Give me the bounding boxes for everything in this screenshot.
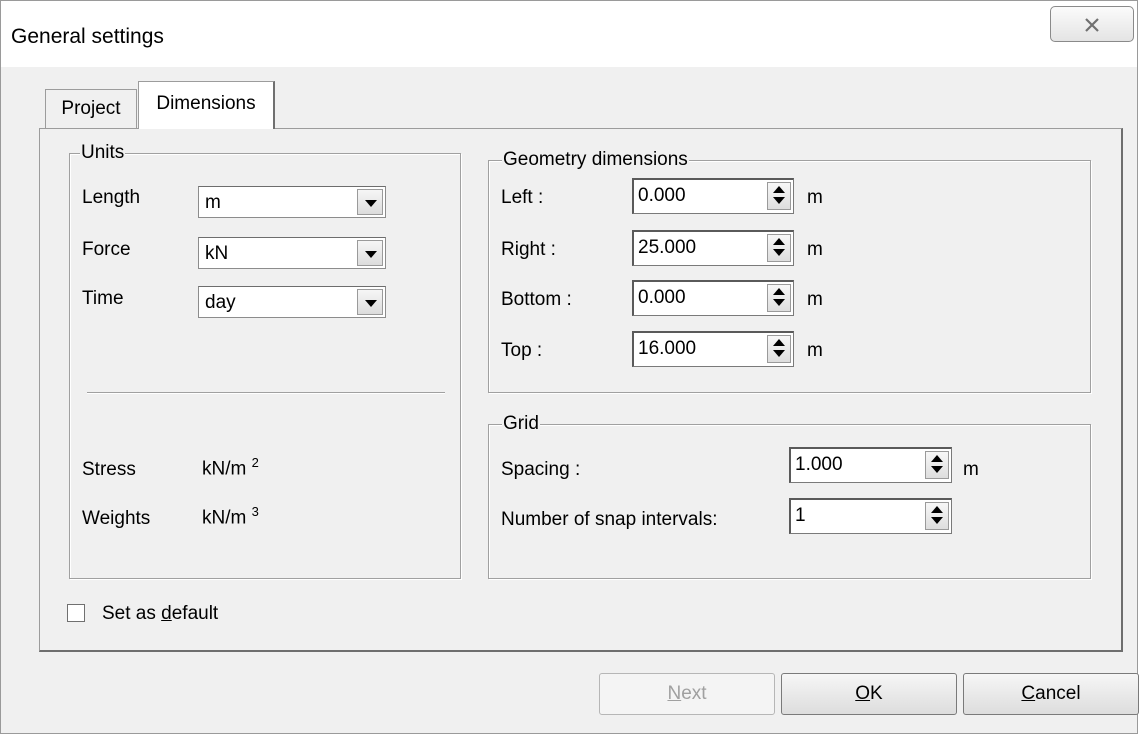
spinner-icon[interactable] (767, 234, 791, 262)
weights-unit-text: kN/m (202, 507, 247, 529)
set-as-default-label[interactable]: Set as default (102, 603, 218, 625)
spinner-icon[interactable] (925, 451, 949, 479)
spinner-icon[interactable] (767, 182, 791, 210)
right-unit: m (807, 239, 823, 260)
default-label-post: efault (171, 603, 219, 624)
cancel-label: ancel (1035, 683, 1081, 704)
tab-project[interactable]: Project (45, 89, 137, 129)
spacing-unit: m (963, 459, 979, 480)
units-separator (87, 392, 445, 394)
top-input[interactable]: 16.000 (632, 331, 794, 367)
spacing-input[interactable]: 1.000 (789, 447, 952, 483)
stress-label: Stress (82, 459, 136, 480)
weights-unit: kN/m 3 (202, 504, 259, 529)
snap-intervals-value: 1 (795, 505, 806, 526)
chevron-down-icon[interactable] (357, 289, 383, 315)
next-label: ext (681, 683, 707, 704)
spacing-value: 1.000 (795, 454, 843, 475)
right-label: Right : (501, 239, 556, 260)
set-as-default-checkbox[interactable] (67, 604, 85, 622)
units-legend: Units (80, 142, 126, 164)
left-unit: m (807, 187, 823, 208)
force-value: kN (205, 243, 229, 264)
spacing-label: Spacing : (501, 459, 581, 480)
bottom-unit: m (807, 289, 823, 310)
general-settings-dialog: General settings Project Dimensions Unit… (0, 0, 1139, 734)
spinner-icon[interactable] (767, 335, 791, 363)
cancel-button[interactable]: Cancel (963, 673, 1139, 715)
ok-label: K (870, 683, 883, 704)
length-value: m (205, 192, 221, 213)
close-button[interactable] (1050, 6, 1134, 42)
left-label: Left : (501, 187, 544, 208)
cancel-mnemonic: C (1021, 683, 1036, 704)
tab-project-label: Project (61, 98, 121, 119)
chevron-down-icon[interactable] (357, 240, 383, 266)
stress-unit: kN/m 2 (202, 455, 259, 480)
time-value: day (205, 292, 236, 313)
title-bar: General settings (1, 1, 1137, 67)
left-input[interactable]: 0.000 (632, 178, 794, 214)
close-icon (1085, 18, 1099, 32)
length-label: Length (82, 187, 141, 208)
grid-legend: Grid (502, 413, 540, 435)
spinner-icon[interactable] (925, 502, 949, 530)
right-value: 25.000 (638, 237, 697, 258)
snap-intervals-input[interactable]: 1 (789, 498, 952, 534)
right-input[interactable]: 25.000 (632, 230, 794, 266)
stress-unit-text: kN/m (202, 458, 247, 480)
bottom-input[interactable]: 0.000 (632, 280, 794, 316)
geometry-legend: Geometry dimensions (502, 149, 689, 171)
tab-dimensions-label: Dimensions (156, 93, 256, 114)
ok-button[interactable]: OK (781, 673, 957, 715)
force-label: Force (82, 239, 131, 260)
left-value: 0.000 (638, 185, 686, 206)
length-select[interactable]: m (198, 186, 386, 218)
spinner-icon[interactable] (767, 284, 791, 312)
top-unit: m (807, 340, 823, 361)
bottom-value: 0.000 (638, 287, 686, 308)
ok-mnemonic: O (855, 683, 871, 704)
next-button[interactable]: Next (599, 673, 775, 715)
top-label: Top : (501, 340, 543, 361)
snap-intervals-label: Number of snap intervals: (501, 509, 718, 530)
top-value: 16.000 (638, 338, 697, 359)
tab-dimensions[interactable]: Dimensions (138, 81, 275, 129)
window-title: General settings (11, 25, 164, 48)
bottom-label: Bottom : (501, 289, 572, 310)
chevron-down-icon[interactable] (357, 189, 383, 215)
time-select[interactable]: day (198, 286, 386, 318)
default-label-mnemonic: d (161, 603, 172, 624)
weights-unit-exponent: 3 (251, 504, 259, 519)
default-label-pre: Set as (102, 603, 162, 624)
time-label: Time (82, 288, 124, 309)
weights-label: Weights (82, 508, 151, 529)
stress-unit-exponent: 2 (251, 455, 259, 470)
next-mnemonic: N (667, 683, 682, 704)
force-select[interactable]: kN (198, 237, 386, 269)
